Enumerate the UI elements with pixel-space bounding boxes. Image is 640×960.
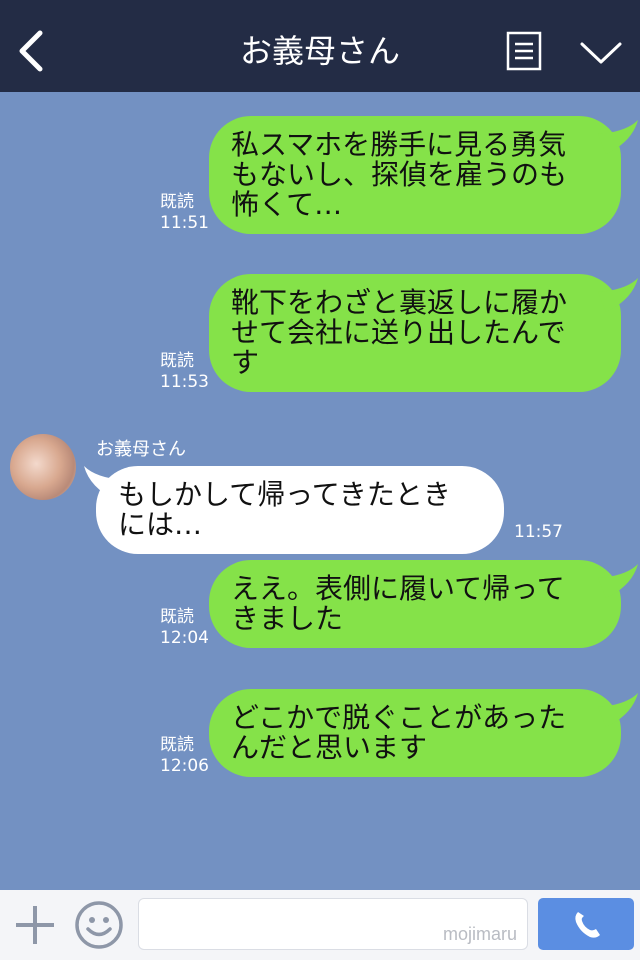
message-bubble-sent[interactable]: どこかで脱ぐことがあった んだと思います bbox=[209, 689, 621, 777]
note-icon bbox=[506, 31, 542, 71]
chat-title: お義母さん bbox=[239, 32, 400, 70]
chat-area[interactable]: 既読 11:51 私スマホを勝手に見る勇気 もないし、探偵を雇うのも 怖くて… … bbox=[0, 92, 640, 890]
bubble-tail bbox=[598, 120, 638, 154]
message-time: 12:04 bbox=[160, 628, 209, 648]
message-time: 11:51 bbox=[160, 213, 209, 233]
notes-menu-button[interactable] bbox=[506, 31, 542, 71]
call-button[interactable] bbox=[538, 898, 634, 950]
emoji-button[interactable] bbox=[74, 900, 124, 950]
message-bubble-sent[interactable]: 私スマホを勝手に見る勇気 もないし、探偵を雇うのも 怖くて… bbox=[209, 116, 621, 234]
read-receipt: 既読 bbox=[160, 192, 194, 212]
read-receipt: 既読 bbox=[160, 351, 194, 371]
smiley-icon bbox=[75, 901, 123, 949]
plus-icon bbox=[16, 906, 54, 944]
message-composer-bar: mojimaru bbox=[0, 890, 640, 960]
message-time: 11:57 bbox=[514, 522, 563, 542]
message-bubble-sent[interactable]: ええ。表側に履いて帰って きました bbox=[209, 560, 621, 648]
phone-icon bbox=[575, 912, 600, 938]
message-bubble-received[interactable]: もしかして帰ってきたとき には… bbox=[96, 466, 504, 554]
bubble-tail bbox=[598, 278, 638, 312]
bubble-tail bbox=[598, 693, 638, 727]
message-time: 12:06 bbox=[160, 756, 209, 776]
bubble-tail bbox=[598, 564, 638, 598]
message-input[interactable]: mojimaru bbox=[138, 898, 528, 950]
chat-header: お義母さん bbox=[0, 0, 640, 92]
message-bubble-sent[interactable]: 靴下をわざと裏返しに履か せて会社に送り出したんで す bbox=[209, 274, 621, 392]
collapse-menu-button[interactable] bbox=[578, 36, 624, 68]
message-time: 11:53 bbox=[160, 372, 209, 392]
message-meta: 既読 11:53 bbox=[160, 351, 209, 393]
message-meta: 既読 12:04 bbox=[160, 607, 209, 649]
message-meta: 既読 11:51 bbox=[160, 192, 209, 234]
chevron-down-icon bbox=[580, 42, 622, 64]
sender-name: お義母さん bbox=[96, 439, 186, 460]
contact-avatar[interactable] bbox=[10, 434, 76, 500]
read-receipt: 既読 bbox=[160, 607, 194, 627]
watermark-text: mojimaru bbox=[442, 924, 517, 944]
add-attachment-button[interactable] bbox=[14, 904, 56, 946]
read-receipt: 既読 bbox=[160, 735, 194, 755]
message-meta: 既読 12:06 bbox=[160, 735, 209, 777]
